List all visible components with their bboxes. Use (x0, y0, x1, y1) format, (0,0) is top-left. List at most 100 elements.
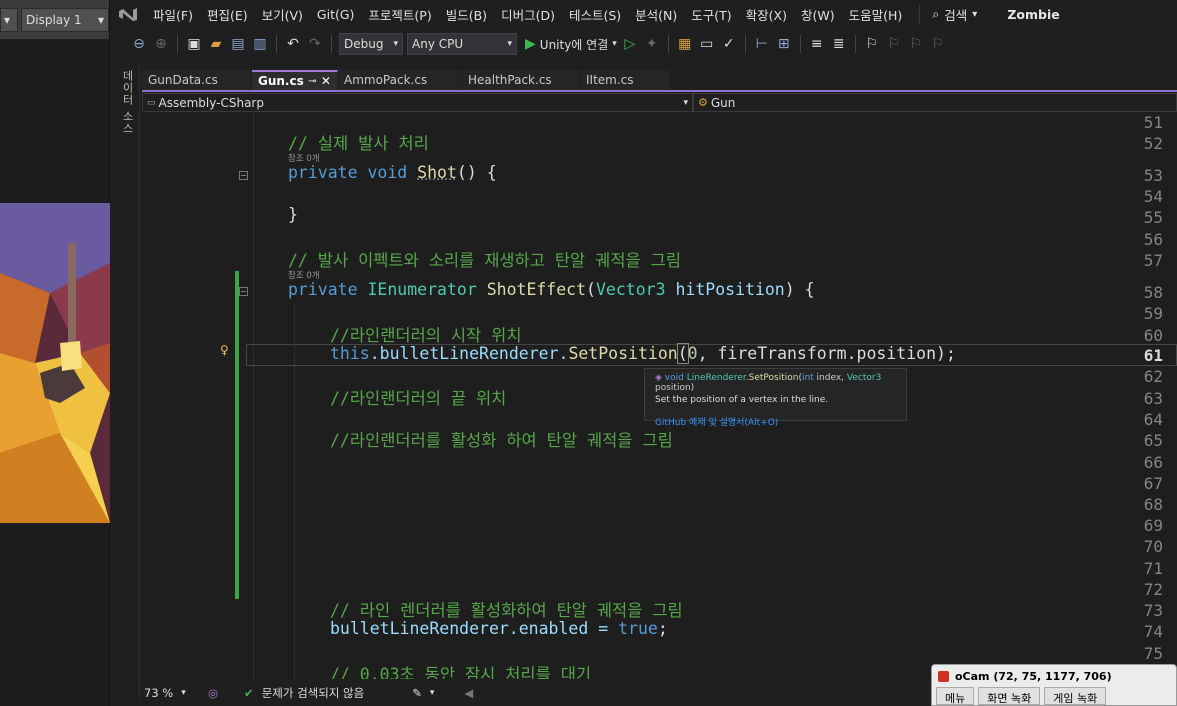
configuration-value: Debug (344, 37, 384, 51)
display-dropdown[interactable]: Display 1 ▾ (21, 7, 109, 32)
issues-status[interactable]: 문제가 검색되지 않음 (262, 685, 365, 701)
solution-explorer-icon[interactable]: ▦ (676, 36, 694, 52)
class-view-icon[interactable]: ⊞ (775, 36, 793, 52)
code-line-53: private void Shot() { (288, 163, 497, 182)
platform-dropdown[interactable]: Any CPU ▾ (407, 33, 517, 55)
menu-project[interactable]: 프로젝트(P) (361, 5, 438, 24)
unity-dropdown-arrow[interactable]: ▾ (0, 7, 18, 32)
tab-iitem[interactable]: IItem.cs (580, 70, 670, 90)
close-icon[interactable]: ✕ (321, 74, 331, 88)
code-token: () { (456, 163, 497, 182)
bookmark-icon[interactable]: ⚐ (863, 36, 881, 52)
start-without-debugging-icon[interactable]: ▷ (621, 36, 639, 52)
line-number: 75 (1143, 644, 1163, 663)
data-sources-tab[interactable]: 데이터 소스 (119, 70, 135, 135)
menu-view[interactable]: 보기(V) (255, 5, 310, 24)
menu-help[interactable]: 도움말(H) (842, 5, 910, 24)
check-circle-icon: ✔ (244, 686, 254, 700)
navigate-forward-icon[interactable]: ⊕ (152, 36, 170, 52)
play-icon: ▶ (525, 36, 536, 52)
menu-file[interactable]: 파일(F) (146, 5, 200, 24)
solution-name: Zombie (1007, 6, 1060, 22)
menu-window[interactable]: 창(W) (794, 5, 842, 24)
tab-ammopack[interactable]: AmmoPack.cs (338, 70, 462, 90)
tab-healthpack[interactable]: HealthPack.cs (462, 70, 580, 90)
ocam-titlebar[interactable]: oCam (72, 75, 1177, 706) (932, 665, 1176, 687)
step-icon[interactable]: ⊢ (753, 36, 771, 52)
window-layout-icon[interactable]: ▭ (698, 36, 716, 52)
hot-reload-icon[interactable]: ✦ (643, 36, 661, 52)
code-line-76: // 0.03초 동안 잠시 처리를 대기 (330, 665, 592, 679)
undo-icon[interactable]: ↶ (284, 36, 302, 52)
uncomment-icon[interactable]: ≣ (830, 36, 848, 52)
new-item-icon[interactable]: ▣ (185, 36, 203, 52)
menu-debug[interactable]: 디버그(D) (494, 5, 562, 24)
game-view[interactable] (0, 203, 110, 523)
line-number-gutter (142, 113, 226, 679)
code-line-55: } (288, 205, 298, 224)
fold-toggle-icon[interactable]: − (239, 287, 248, 296)
ocam-window[interactable]: oCam (72, 75, 1177, 706) 메뉴 화면 녹화 게임 녹화 (931, 664, 1177, 706)
code-line-63: //라인랜더러의 끝 위치 (330, 389, 507, 408)
line-number: 64 (1143, 410, 1163, 429)
search-button[interactable]: ⌕ 검색 ▾ (919, 4, 977, 24)
tab-gun[interactable]: Gun.cs ⊸ ✕ (252, 70, 338, 90)
lightbulb-icon[interactable]: ♀ (220, 343, 229, 357)
save-all-icon[interactable]: ▥ (251, 36, 269, 52)
chevron-down-icon: ▾ (683, 97, 688, 108)
redo-icon[interactable]: ↷ (306, 36, 324, 52)
brush-icon[interactable]: ✎ (412, 686, 422, 700)
menu-edit[interactable]: 편집(E) (200, 5, 255, 24)
code-line-57: // 발사 이펙트와 소리를 재생하고 탄알 궤적을 그림 (288, 251, 682, 270)
next-bookmark-icon[interactable]: ⚐ (907, 36, 925, 52)
clear-bookmarks-icon[interactable]: ⚐ (929, 36, 947, 52)
fold-toggle-icon[interactable]: − (239, 171, 248, 180)
chevron-down-icon: ▾ (507, 39, 512, 49)
prev-bookmark-icon[interactable]: ⚐ (885, 36, 903, 52)
comment-icon[interactable]: ≡ (808, 36, 826, 52)
ocam-logo-icon (938, 670, 949, 682)
class-dropdown[interactable]: ⚙ Gun (693, 93, 1177, 112)
menu-extensions[interactable]: 확장(X) (739, 5, 794, 24)
code-token: true (618, 619, 658, 638)
toolbar-separator (667, 35, 669, 53)
open-folder-icon[interactable]: ▰ (207, 36, 225, 52)
project-dropdown[interactable]: ▭ Assembly-CSharp ▾ (142, 93, 693, 112)
tooltip-token: int (801, 373, 814, 383)
document-tabs: GunData.cs Gun.cs ⊸ ✕ AmmoPack.cs Health… (142, 70, 1177, 90)
search-icon: ⌕ (932, 6, 940, 21)
line-number: 69 (1143, 516, 1163, 535)
start-debugging-button[interactable]: ▶ Unity에 연결 ▾ (525, 36, 617, 53)
line-number: 62 (1143, 367, 1163, 386)
code-token: hitPosition (675, 280, 785, 299)
ocam-screen-record-button[interactable]: 화면 녹화 (978, 687, 1041, 705)
ocam-menu-button[interactable]: 메뉴 (936, 687, 975, 705)
menu-build[interactable]: 빌드(B) (439, 5, 494, 24)
unity-editor-panel: ▾ Display 1 ▾ (0, 0, 110, 706)
configuration-dropdown[interactable]: Debug ▾ (339, 33, 403, 55)
code-token: bulletLineRenderer.enabled = (330, 619, 619, 638)
ocam-game-record-button[interactable]: 게임 녹화 (1044, 687, 1107, 705)
navigate-back-icon[interactable]: ⊖ (130, 36, 148, 52)
spell-check-icon[interactable]: ✓ (720, 36, 738, 52)
tab-label: AmmoPack.cs (344, 73, 428, 87)
tooltip-docs-link[interactable]: GitHub 예제 및 설명서(Alt+O) (655, 415, 896, 428)
menu-git[interactable]: Git(G) (310, 7, 362, 22)
menu-tools[interactable]: 도구(T) (684, 5, 738, 24)
menu-analyze[interactable]: 분석(N) (628, 5, 684, 24)
tooltip-token: position) (655, 383, 695, 393)
tooltip-token: void (664, 373, 687, 383)
zoom-dropdown[interactable]: 73 % ▾ (144, 686, 200, 700)
line-number: 54 (1143, 187, 1163, 206)
code-token: , fireTransform.position); (697, 344, 956, 363)
tab-gundata[interactable]: GunData.cs (142, 70, 252, 90)
line-number: 74 (1143, 622, 1163, 641)
save-icon[interactable]: ▤ (229, 36, 247, 52)
scroll-left-icon[interactable]: ◀ (464, 686, 473, 700)
platform-value: Any CPU (412, 37, 464, 51)
copilot-icon[interactable]: ◎ (208, 686, 218, 700)
menu-test[interactable]: 테스트(S) (562, 5, 628, 24)
pin-icon[interactable]: ⊸ (308, 76, 316, 87)
tooltip-token: index, (813, 373, 847, 383)
line-number: 59 (1143, 304, 1163, 323)
